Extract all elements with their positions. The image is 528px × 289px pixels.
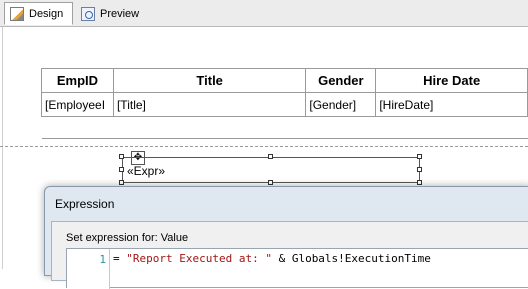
dialog-title: Expression bbox=[55, 197, 115, 211]
resize-handle[interactable] bbox=[417, 180, 422, 185]
tab-preview-label: Preview bbox=[100, 7, 140, 20]
expression-dialog[interactable]: Expression Set expression for: Value 1 =… bbox=[44, 186, 528, 289]
data-cell-empid[interactable]: [EmployeeI bbox=[41, 92, 114, 117]
textbox-value: «Expr» bbox=[127, 164, 166, 178]
header-cell-gender[interactable]: Gender bbox=[305, 68, 377, 93]
empty-cell bbox=[41, 116, 114, 139]
data-cell-title[interactable]: [Title] bbox=[112, 92, 307, 117]
tab-preview[interactable]: Preview bbox=[76, 2, 144, 25]
expression-editor[interactable]: 1 = "Report Executed at: " & Globals!Exe… bbox=[66, 248, 528, 289]
dialog-client-area: Set expression for: Value 1 = "Report Ex… bbox=[51, 221, 528, 289]
header-cell-hire-date[interactable]: Hire Date bbox=[375, 68, 528, 93]
header-cell-title[interactable]: Title bbox=[112, 68, 307, 93]
resize-handle[interactable] bbox=[119, 167, 124, 172]
line-number-gutter: 1 bbox=[67, 249, 110, 289]
data-cell-gender[interactable]: [Gender] bbox=[305, 92, 377, 117]
code-expression-rest: & Globals!ExecutionTime bbox=[271, 252, 431, 265]
empty-cell bbox=[375, 116, 528, 139]
tab-design[interactable]: Design bbox=[4, 2, 73, 25]
resize-handle[interactable] bbox=[119, 180, 124, 185]
report-table[interactable]: EmpID Title Gender Hire Date [EmployeeI … bbox=[41, 68, 528, 139]
set-expression-label: Set expression for: Value bbox=[66, 232, 189, 244]
code-equals: = bbox=[113, 252, 127, 265]
page-footer-separator bbox=[0, 146, 528, 147]
tab-design-label: Design bbox=[29, 7, 64, 20]
tab-strip: Design Preview bbox=[0, 0, 528, 27]
resize-handle[interactable] bbox=[268, 154, 273, 159]
line-number: 1 bbox=[99, 253, 106, 266]
empty-cell bbox=[305, 116, 376, 139]
header-cell-empid[interactable]: EmpID bbox=[41, 68, 114, 93]
preview-icon bbox=[81, 6, 95, 21]
data-cell-hire-date[interactable]: [HireDate] bbox=[375, 92, 528, 117]
empty-cell bbox=[113, 116, 306, 139]
resize-handle[interactable] bbox=[417, 167, 422, 172]
code-string-literal: "Report Executed at: " bbox=[126, 252, 272, 265]
expression-code[interactable]: = "Report Executed at: " & Globals!Execu… bbox=[113, 252, 431, 265]
resize-handle[interactable] bbox=[417, 154, 422, 159]
resize-handle[interactable] bbox=[119, 154, 124, 159]
design-pencil-icon bbox=[10, 6, 24, 21]
resize-handle[interactable] bbox=[268, 180, 273, 185]
